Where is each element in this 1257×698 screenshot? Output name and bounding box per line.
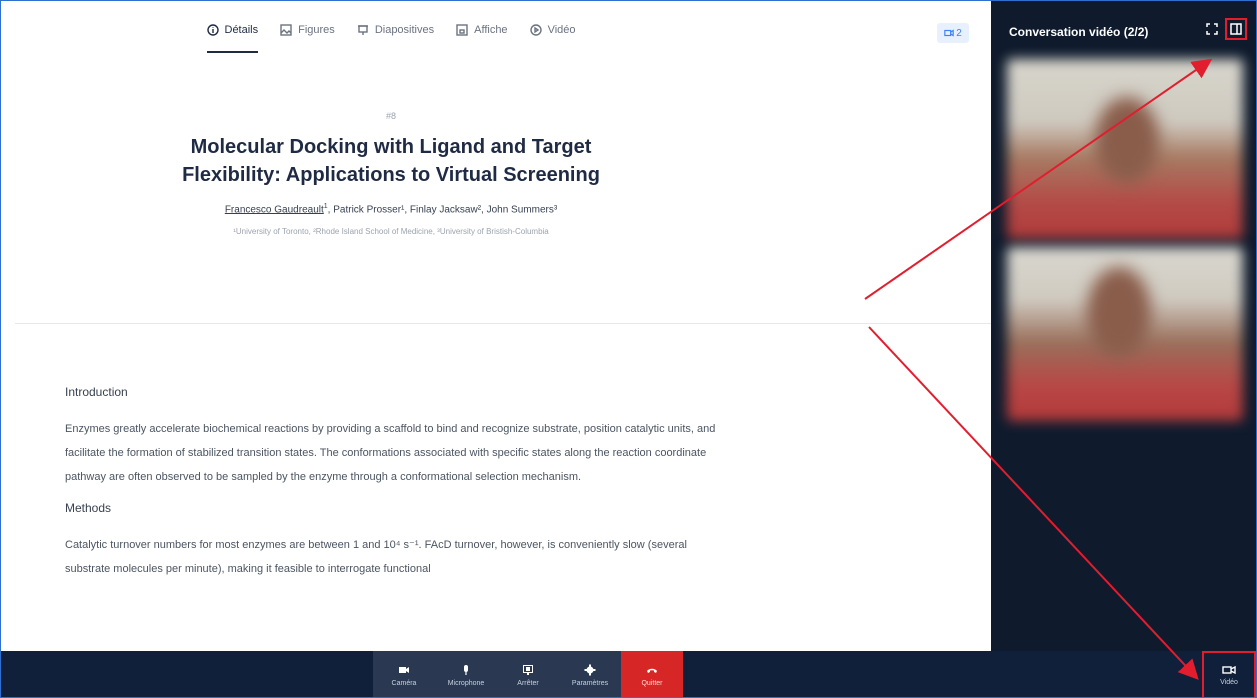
tab-figures[interactable]: Figures [280,1,335,59]
participant-face-2 [1087,267,1151,357]
control-label: Quitter [641,679,663,687]
call-controls: Caméra Microphone Arrêter Paramètres Qui… [373,651,683,697]
play-icon [529,24,542,36]
author-list: Francesco Gaudreault1, Patrick Prosser¹,… [1,203,781,215]
tab-label: Détails [224,24,259,36]
tab-slides[interactable]: Diapositives [357,1,434,59]
hangup-icon [647,668,657,673]
presentation-icon [357,25,368,35]
control-label: Caméra [391,679,417,687]
sidebar-title: Conversation vidéo (2/2) [1009,25,1149,39]
intro-text: Enzymes greatly accelerate biochemical r… [65,423,716,483]
author-link[interactable]: Francesco Gaudreault [225,204,324,215]
tab-bar: Détails Figures Diapositives Affiche Vid… [1,1,991,59]
video-panel-label: Vidéo [1220,679,1238,686]
sidebar-controls [1204,18,1247,40]
video-icon [1222,665,1236,675]
section-divider [15,323,991,324]
video-sidebar: Conversation vidéo (2/2) [991,1,1256,651]
control-label: Microphone [447,679,485,687]
poster-body: Introduction Enzymes greatly accelerate … [65,385,725,593]
tab-label: Figures [298,24,335,36]
info-icon [206,24,219,36]
tab-details[interactable]: Détails [206,1,259,59]
app-window: Détails Figures Diapositives Affiche Vid… [0,0,1257,698]
fullscreen-icon [1206,23,1218,35]
video-icon [944,29,954,37]
video-count: 2 [956,27,962,39]
control-label: Arrêter [517,679,539,687]
video-panel-button[interactable]: Vidéo [1202,651,1256,697]
intro-heading: Introduction [65,385,128,399]
poster-number: #8 [385,111,396,121]
tab-video[interactable]: Vidéo [529,1,576,59]
tab-label: Diapositives [374,24,435,36]
sidebar-toggle-button[interactable] [1225,18,1247,40]
poster-icon [456,24,468,36]
tab-label: Affiche [474,24,508,36]
other-authors: , Patrick Prosser¹, Finlay Jacksaw², Joh… [327,204,558,216]
fullscreen-button[interactable] [1204,21,1220,37]
poster-title-line2: Flexibility: Applications to Virtual Scr… [182,164,600,186]
tab-poster[interactable]: Affiche [456,1,508,59]
affiliations: ¹University of Toronto, ²Rhode Island Sc… [233,227,549,237]
methods-heading: Methods [65,501,112,515]
control-label: Paramètres [571,679,609,687]
gear-icon [584,664,596,675]
stop-share-icon [523,664,533,675]
participant-face-1 [1095,97,1159,183]
call-control-bar: Caméra Microphone Arrêter Paramètres Qui… [1,651,1256,697]
sidebar-panel-icon [1230,23,1242,35]
settings-button[interactable]: Paramètres [559,651,621,697]
poster-title-line1: Molecular Docking with Ligand and Target [190,136,592,158]
methods-text: Catalytic turnover numbers for most enzy… [65,539,687,575]
camera-button[interactable]: Caméra [373,651,435,697]
main-panel: Détails Figures Diapositives Affiche Vid… [1,1,991,651]
microphone-icon [464,664,468,675]
poster-header: #8 Molecular Docking with Ligand and Tar… [1,111,991,236]
quit-button[interactable]: Quitter [621,651,683,697]
video-count-badge[interactable]: 2 [937,23,969,43]
tab-label: Vidéo [547,24,576,36]
camera-icon [399,666,409,673]
microphone-button[interactable]: Microphone [435,651,497,697]
stop-share-button[interactable]: Arrêter [497,651,559,697]
image-icon [280,24,292,36]
